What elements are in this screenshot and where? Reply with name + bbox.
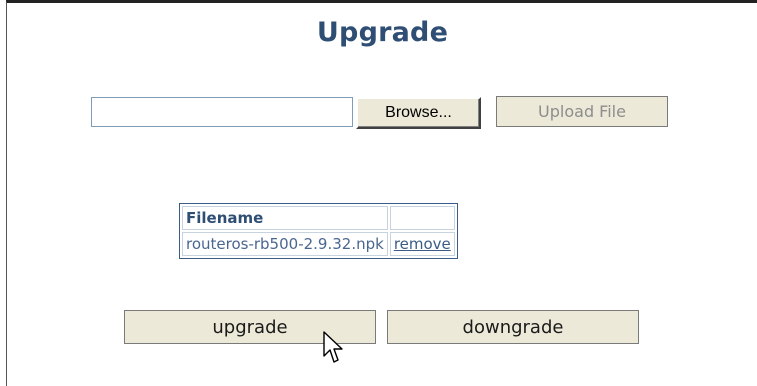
table-row: routeros-rb500-2.9.32.npk remove [182, 232, 455, 256]
table-header-row: Filename [182, 206, 455, 230]
column-header-actions [389, 206, 455, 230]
upload-file-button[interactable]: Upload File [496, 96, 668, 127]
upgrade-button[interactable]: upgrade [124, 310, 376, 344]
action-cell: remove [389, 232, 455, 256]
page-title: Upgrade [316, 17, 449, 48]
file-path-input[interactable] [91, 97, 353, 127]
page-frame: Upgrade Browse... Upload File Filename r… [6, 0, 757, 386]
downgrade-button[interactable]: downgrade [387, 310, 639, 344]
files-table: Filename routeros-rb500-2.9.32.npk remov… [179, 203, 458, 259]
column-header-filename: Filename [182, 206, 388, 230]
browse-button[interactable]: Browse... [356, 97, 481, 129]
remove-link[interactable]: remove [394, 235, 451, 253]
filename-cell: routeros-rb500-2.9.32.npk [182, 232, 388, 256]
